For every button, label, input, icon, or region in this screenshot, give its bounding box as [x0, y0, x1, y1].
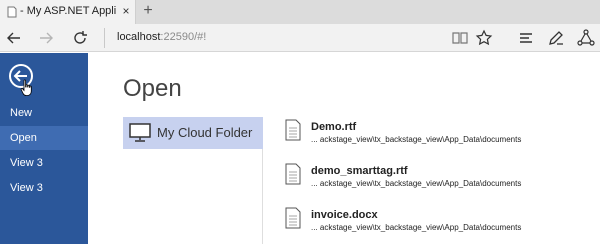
file-path: ... ackstage_view\tx_backstage_view\App_… [311, 179, 522, 188]
file-path: ... ackstage_view\tx_backstage_view\App_… [311, 135, 522, 144]
backstage-content: Open My Cloud Folder Demo.rtf ... acksta… [88, 53, 600, 244]
places-list: My Cloud Folder [123, 117, 263, 244]
document-icon [285, 207, 301, 229]
file-name: Demo.rtf [311, 121, 357, 133]
back-arrow-icon[interactable] [4, 28, 24, 48]
refresh-icon[interactable] [70, 28, 90, 48]
hand-cursor-icon [20, 79, 32, 96]
sidebar-item-new[interactable]: New [0, 101, 88, 125]
file-item[interactable]: Demo.rtf ... ackstage_view\tx_backstage_… [285, 119, 595, 155]
backstage-sidebar: New Open View 3 View 3 [0, 53, 88, 244]
page-icon [7, 6, 17, 18]
web-note-icon[interactable] [546, 28, 566, 48]
page-title: Open [123, 75, 182, 102]
sidebar-item-label: New [10, 107, 33, 119]
browser-tab-bar: - My ASP.NET Applicatio × + [0, 0, 600, 24]
close-tab-icon[interactable]: × [120, 4, 132, 18]
file-name: invoice.docx [311, 209, 378, 221]
file-item[interactable]: demo_smarttag.rtf ... ackstage_view\tx_b… [285, 163, 595, 199]
sidebar-item-view-3[interactable]: View 3 [0, 151, 88, 175]
sidebar-item-label: View 3 [10, 182, 43, 194]
place-my-cloud-folder[interactable]: My Cloud Folder [123, 117, 263, 149]
new-tab-button[interactable]: + [140, 2, 156, 20]
place-label: My Cloud Folder [157, 125, 253, 140]
url-port: :22590/#! [160, 31, 207, 43]
reading-view-icon[interactable] [450, 28, 470, 48]
forward-arrow-icon[interactable] [36, 28, 56, 48]
computer-icon [129, 123, 151, 142]
sidebar-item-view-3-second[interactable]: View 3 [0, 176, 88, 200]
sidebar-item-label: View 3 [10, 157, 43, 169]
url-text[interactable]: localhost:22590/#! [117, 31, 206, 43]
browser-toolbar: localhost:22590/#! [0, 24, 600, 52]
share-icon[interactable] [576, 28, 596, 48]
hub-menu-icon[interactable] [516, 28, 536, 48]
sidebar-item-open[interactable]: Open [0, 126, 88, 150]
favorite-star-icon[interactable] [474, 28, 494, 48]
document-icon [285, 163, 301, 185]
browser-tab[interactable]: - My ASP.NET Applicatio × [0, 0, 136, 24]
file-name: demo_smarttag.rtf [311, 165, 408, 177]
sidebar-item-label: Open [10, 132, 37, 144]
url-host: localhost [117, 31, 161, 43]
file-path: ... ackstage_view\tx_backstage_view\App_… [311, 223, 522, 232]
tab-title: - My ASP.NET Applicatio [20, 5, 116, 17]
document-icon [285, 119, 301, 141]
address-bar[interactable]: localhost:22590/#! [104, 28, 440, 48]
file-item[interactable]: invoice.docx ... ackstage_view\tx_backst… [285, 207, 595, 243]
